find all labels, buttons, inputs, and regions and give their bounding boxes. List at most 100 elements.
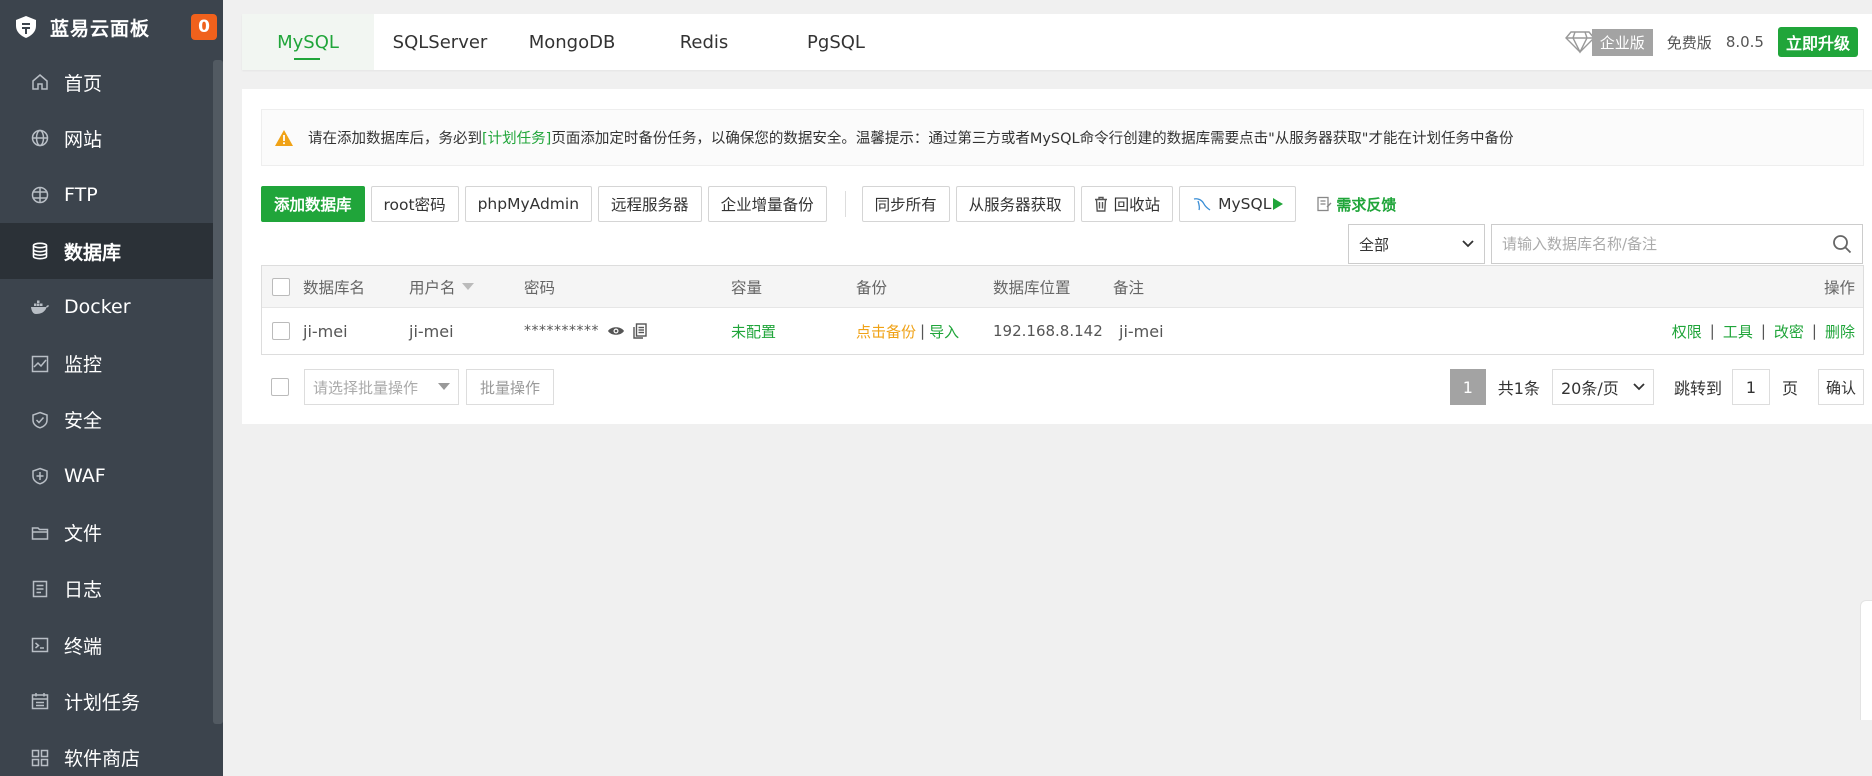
mysql-label: MySQL — [1218, 195, 1272, 213]
category-select[interactable]: 全部 — [1348, 224, 1485, 264]
jump-confirm-button[interactable]: 确认 — [1818, 369, 1864, 405]
footer-checkbox[interactable] — [271, 378, 289, 396]
sidebar-item-label: 终端 — [64, 635, 103, 658]
sidebar-nav: 首页 网站 FTP 数据库 Docker 监控 安全 WAF 文件 日志 终端 … — [0, 54, 223, 776]
remote-server-button[interactable]: 远程服务器 — [598, 186, 702, 222]
cron-link[interactable]: [计划任务] — [482, 127, 551, 148]
row-checkbox[interactable] — [272, 322, 290, 340]
feedback-link[interactable]: 需求反馈 — [1316, 194, 1396, 215]
eye-icon[interactable] — [607, 325, 625, 337]
col-backup: 备份 — [856, 278, 888, 297]
sidebar-item-store[interactable]: 软件商店 — [0, 730, 223, 776]
db-type-tabs: MySQL SQLServer MongoDB Redis PgSQL 企业版 … — [242, 14, 1872, 70]
sidebar-item-waf[interactable]: WAF — [0, 448, 223, 504]
batch-action-button[interactable]: 批量操作 — [466, 369, 554, 405]
brand-title: 蓝易云面板 — [50, 17, 151, 40]
alert-text-post: 页面添加定时备份任务，以确保您的数据安全。温馨提示：通过第三方或者MySQL命令… — [551, 131, 1514, 147]
tab-pgsql[interactable]: PgSQL — [770, 14, 902, 70]
change-password-link[interactable]: 改密 — [1774, 321, 1804, 342]
side-drawer-handle[interactable] — [1860, 600, 1872, 720]
col-location: 数据库位置 — [993, 278, 1071, 297]
terminal-icon — [30, 635, 50, 655]
search-input[interactable] — [1502, 235, 1832, 253]
col-remark: 备注 — [1113, 278, 1145, 297]
trash-icon — [1094, 196, 1107, 212]
main-panel: 请在添加数据库后，务必到 [计划任务] 页面添加定时备份任务，以确保您的数据安全。温… — [242, 89, 1872, 424]
jump-page-input[interactable]: 1 — [1731, 369, 1770, 405]
tab-sqlserver[interactable]: SQLServer — [374, 14, 506, 70]
page-current[interactable]: 1 — [1449, 369, 1486, 405]
logo-icon — [14, 15, 38, 39]
toolbar-divider — [844, 191, 846, 217]
mysql-manage-button[interactable]: MySQL — [1179, 186, 1297, 222]
search-icon[interactable] — [1832, 234, 1852, 254]
db-name[interactable]: ji-mei — [303, 322, 348, 341]
sidebar-item-label: 软件商店 — [64, 748, 141, 771]
page-size-select[interactable]: 20条/页 — [1551, 369, 1654, 405]
shield-icon — [30, 410, 50, 430]
checkbox-box — [272, 277, 290, 296]
sidebar-item-ftp[interactable]: FTP — [0, 167, 223, 223]
tools-link[interactable]: 工具 — [1723, 321, 1753, 342]
sidebar-item-security[interactable]: 安全 — [0, 392, 223, 448]
recycle-bin-button[interactable]: 回收站 — [1080, 186, 1174, 222]
import-link[interactable]: 导入 — [929, 321, 959, 342]
enterprise-badge[interactable]: 企业版 — [1564, 28, 1653, 56]
batch-placeholder: 请选择批量操作 — [313, 378, 419, 397]
sync-all-button[interactable]: 同步所有 — [861, 186, 950, 222]
checkbox-box — [271, 378, 289, 396]
notification-badge[interactable]: 0 — [191, 14, 217, 40]
tab-redis[interactable]: Redis — [638, 14, 770, 70]
feedback-icon — [1317, 196, 1332, 212]
sidebar-item-cron[interactable]: 计划任务 — [0, 673, 223, 729]
separator: | — [1709, 322, 1715, 340]
sidebar-item-label: 安全 — [64, 410, 103, 433]
enterprise-backup-button[interactable]: 企业增量备份 — [707, 186, 827, 222]
version-number[interactable]: 8.0.5 — [1726, 33, 1764, 51]
tab-mysql[interactable]: MySQL — [242, 14, 374, 70]
search-box — [1491, 224, 1863, 264]
db-remark[interactable]: ji-mei — [1119, 322, 1164, 341]
select-all-checkbox[interactable] — [272, 277, 290, 296]
upgrade-button[interactable]: 立即升级 — [1777, 27, 1858, 57]
monitor-icon — [30, 354, 50, 374]
sidebar-scrollbar[interactable] — [213, 60, 223, 724]
sidebar-item-website[interactable]: 网站 — [0, 110, 223, 166]
sidebar-item-terminal[interactable]: 终端 — [0, 617, 223, 673]
add-database-button[interactable]: 添加数据库 — [261, 186, 365, 222]
separator: | — [1811, 322, 1817, 340]
sidebar-item-docker[interactable]: Docker — [0, 279, 223, 335]
version-info: 企业版 免费版 8.0.5 立即升级 — [1564, 26, 1858, 58]
fetch-from-server-button[interactable]: 从服务器获取 — [955, 186, 1075, 222]
database-icon — [30, 241, 50, 261]
grid-icon — [30, 748, 50, 768]
sidebar-item-label: 首页 — [64, 72, 103, 95]
sidebar-item-home[interactable]: 首页 — [0, 54, 223, 110]
sidebar-item-label: 计划任务 — [64, 691, 141, 714]
caret-down-icon — [438, 383, 450, 390]
phpmyadmin-button[interactable]: phpMyAdmin — [464, 186, 593, 222]
tab-mongodb[interactable]: MongoDB — [506, 14, 638, 70]
capacity-link[interactable]: 未配置 — [731, 321, 776, 342]
db-location: 192.168.8.142 — [993, 322, 1103, 340]
backup-alert: 请在添加数据库后，务必到 [计划任务] 页面添加定时备份任务，以确保您的数据安全。温… — [261, 109, 1864, 166]
warning-icon — [275, 129, 293, 146]
sidebar-item-logs[interactable]: 日志 — [0, 561, 223, 617]
sidebar-item-files[interactable]: 文件 — [0, 504, 223, 560]
sidebar-item-monitor[interactable]: 监控 — [0, 335, 223, 391]
folder-icon — [30, 523, 50, 543]
col-user-label: 用户名 — [409, 278, 456, 297]
delete-link[interactable]: 删除 — [1825, 321, 1855, 342]
batch-action-select[interactable]: 请选择批量操作 — [304, 369, 459, 405]
root-password-button[interactable]: root密码 — [370, 186, 459, 222]
sidebar-item-database[interactable]: 数据库 — [0, 222, 223, 280]
backup-now-link[interactable]: 点击备份 — [856, 321, 916, 342]
sidebar-item-label: Docker — [64, 296, 131, 319]
separator: | — [1760, 322, 1766, 340]
globe-icon — [30, 128, 50, 148]
copy-icon[interactable] — [633, 323, 647, 339]
col-user[interactable]: 用户名 — [409, 276, 474, 298]
db-toolbar: 添加数据库 root密码 phpMyAdmin 远程服务器 企业增量备份 同步所… — [261, 186, 1396, 222]
permission-link[interactable]: 权限 — [1672, 321, 1702, 342]
table-row: ji-mei ji-mei ********** 未配置 点击备份 | 导入 1… — [262, 308, 1863, 354]
